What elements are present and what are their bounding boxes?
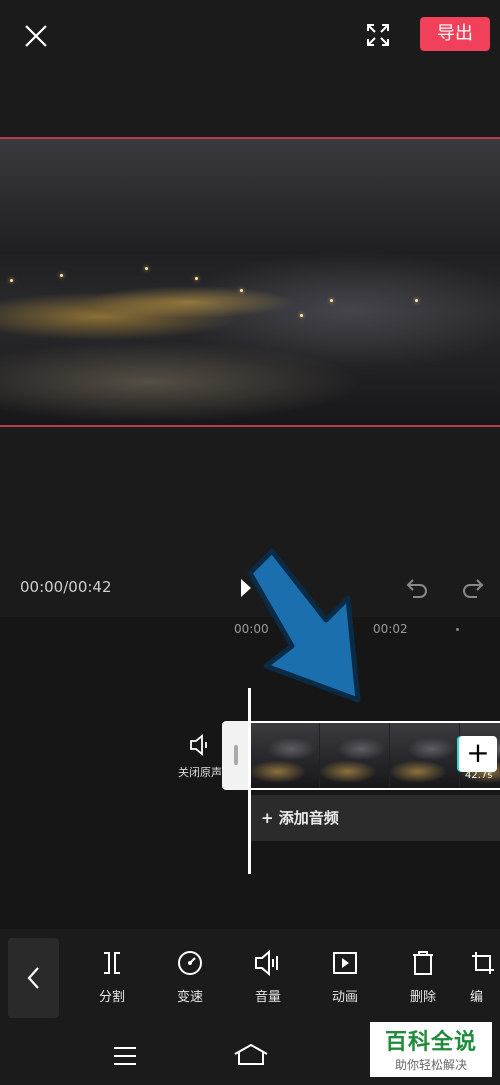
watermark-title: 百科全说	[384, 1030, 477, 1055]
annotation-arrow	[240, 548, 370, 708]
speed-icon	[178, 951, 202, 975]
close-icon	[25, 25, 47, 47]
speaker-icon	[190, 734, 207, 756]
watermark-logo: 百科全说 助你轻松解决	[370, 1022, 492, 1077]
tool-label: 分割	[98, 990, 125, 1005]
animation-icon	[333, 952, 357, 974]
tool-label: 删除	[409, 990, 436, 1005]
time-readout: 00:00/00:42	[20, 578, 112, 596]
video-preview[interactable]	[0, 137, 500, 427]
tool-label: 编	[470, 990, 484, 1005]
ruler-dot	[456, 628, 459, 631]
menu-nav-button[interactable]	[112, 1045, 138, 1071]
volume-icon	[255, 949, 278, 977]
fullscreen-icon	[367, 24, 389, 46]
handle-grip	[234, 745, 238, 765]
undo-button[interactable]	[405, 577, 429, 599]
clip-thumbnail	[250, 723, 320, 788]
crop-icon	[472, 952, 494, 974]
playhead[interactable]	[248, 688, 251, 874]
clip-trim-handle[interactable]	[222, 721, 250, 790]
tool-speed[interactable]: 变速	[160, 950, 220, 1005]
clip-duration: 42.7s	[465, 770, 493, 781]
tool-label: 变速	[176, 990, 203, 1005]
chevron-left-icon	[27, 967, 39, 989]
tool-label: 音量	[254, 990, 281, 1005]
ruler-tick: 00:02	[373, 622, 408, 636]
delete-icon	[413, 951, 433, 975]
redo-button[interactable]	[461, 577, 485, 599]
redo-icon	[463, 579, 484, 598]
export-button[interactable]: 导出	[420, 17, 490, 51]
tool-split[interactable]: 分割	[82, 950, 142, 1005]
add-audio-button[interactable]: + 添加音频	[251, 795, 500, 841]
menu-icon	[114, 1047, 136, 1065]
watermark-subtitle: 助你轻松解决	[394, 1058, 467, 1072]
undo-icon	[406, 579, 427, 598]
split-icon	[104, 952, 120, 974]
close-button[interactable]	[22, 22, 50, 50]
clip-thumbnail	[390, 723, 460, 788]
clip-thumbnail	[320, 723, 390, 788]
tool-volume[interactable]: 音量	[238, 949, 298, 1005]
toolbar-back-button[interactable]	[8, 938, 59, 1018]
tool-edit[interactable]: 编	[470, 950, 500, 1005]
tool-delete[interactable]: 删除	[393, 950, 453, 1005]
add-clip-button[interactable]: +	[459, 736, 497, 772]
tool-animation[interactable]: 动画	[315, 950, 375, 1005]
tool-label: 动画	[331, 990, 358, 1005]
home-nav-button[interactable]	[233, 1042, 269, 1072]
home-icon	[234, 1043, 268, 1065]
fullscreen-button[interactable]	[365, 22, 391, 48]
